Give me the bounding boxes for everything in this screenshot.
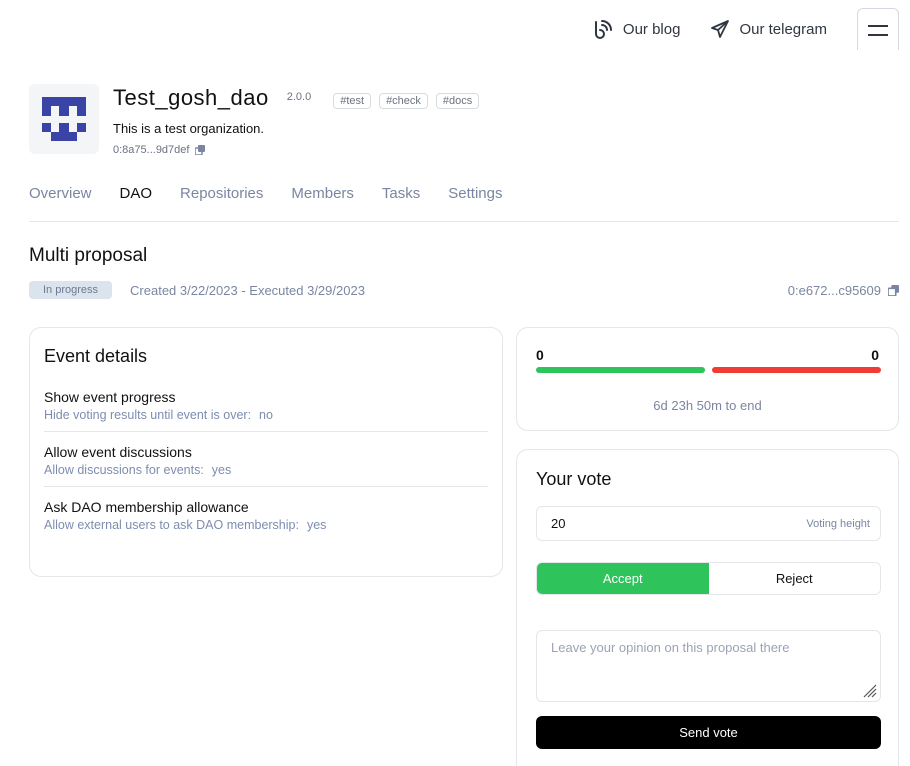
tab-settings[interactable]: Settings [448,185,502,221]
telegram-label: Our telegram [739,20,827,38]
hamburger-icon [868,24,888,36]
time-left: 6d 23h 50m to end [653,398,762,413]
tab-dao[interactable]: DAO [120,185,153,221]
dao-address-text: 0:8a75...9d7def [113,144,190,156]
event-detail-sub: Hide voting results until event is over:… [44,408,488,422]
reject-bar [712,367,881,373]
event-detail-item: Show event progress Hide voting results … [44,377,488,432]
dao-description: This is a test organization. [113,121,265,136]
vote-choice-toggle: Accept Reject [536,562,881,595]
your-vote-title: Your vote [536,469,612,489]
blog-link[interactable]: Our blog [592,18,681,40]
event-detail-label: Allow discussions for events: [44,463,204,477]
copy-icon[interactable] [195,145,206,155]
vote-counts: 0 0 [536,347,879,363]
dao-tabs: Overview DAO Repositories Members Tasks … [29,185,899,222]
dao-info: Test_gosh_dao 2.0.0 #test #check #docs T… [113,84,480,156]
accept-count: 0 [536,347,544,363]
event-detail-title: Ask DAO membership allowance [44,499,249,515]
voting-height-label: Voting height [806,517,870,530]
dao-title-row: Test_gosh_dao 2.0.0 #test #check #docs [113,84,480,111]
send-vote-button[interactable]: Send vote [536,716,881,749]
dao-version: 2.0.0 [286,91,312,103]
proposal-status-row: In progress Created 3/22/2023 - Executed… [29,281,899,299]
dao-header: Test_gosh_dao 2.0.0 #test #check #docs T… [29,84,480,156]
proposal-address: 0:e672...c95609 [788,283,899,298]
dao-name: Test_gosh_dao [113,85,269,110]
event-detail-title: Allow event discussions [44,444,192,460]
event-detail-label: Hide voting results until event is over: [44,408,252,422]
blog-icon [594,20,612,39]
tab-members[interactable]: Members [291,185,354,221]
telegram-link[interactable]: Our telegram [710,19,827,39]
reject-button[interactable]: Reject [708,563,880,594]
event-detail-sub: Allow discussions for events: yes [44,463,488,477]
dao-tag[interactable]: #docs [435,93,480,109]
resize-grip-icon[interactable] [861,682,877,698]
event-detail-title: Show event progress [44,389,176,405]
menu-button[interactable] [857,8,899,50]
proposal-dates: Created 3/22/2023 - Executed 3/29/2023 [130,282,365,298]
event-detail-sub: Allow external users to ask DAO membersh… [44,518,488,532]
accept-bar [536,367,705,373]
dao-address: 0:8a75...9d7def [113,144,479,156]
accept-button[interactable]: Accept [537,563,709,594]
voting-height-input[interactable]: 20 Voting height [536,506,881,541]
voting-height-value: 20 [551,516,566,531]
blog-label: Our blog [622,20,681,38]
status-badge: In progress [29,281,113,299]
reject-count: 0 [871,347,879,363]
dao-tag[interactable]: #check [379,93,428,109]
event-detail-value: no [259,408,273,422]
dao-avatar [29,84,99,154]
tab-tasks[interactable]: Tasks [382,185,420,221]
copy-icon[interactable] [888,284,899,296]
voting-results-card: 0 0 6d 23h 50m to end [516,327,899,431]
event-details-card: Event details Show event progress Hide v… [29,327,503,577]
event-details-list: Show event progress Hide voting results … [44,377,488,541]
top-nav: Our blog Our telegram [592,8,899,50]
event-details-title: Event details [44,346,148,366]
event-detail-item: Allow event discussions Allow discussion… [44,432,488,487]
event-detail-value: yes [211,463,232,477]
proposal-title: Multi proposal [29,245,148,266]
dao-logo-icon [42,97,86,141]
event-detail-label: Allow external users to ask DAO membersh… [44,518,299,532]
event-detail-value: yes [306,518,327,532]
tab-overview[interactable]: Overview [29,185,92,221]
comment-placeholder: Leave your opinion on this proposal ther… [551,640,790,655]
dao-tag[interactable]: #test [333,93,372,109]
event-detail-item: Ask DAO membership allowance Allow exter… [44,487,488,541]
proposal-address-text: 0:e672...c95609 [787,282,881,298]
your-vote-card: Your vote 20 Voting height Accept Reject… [516,449,899,766]
comment-textarea[interactable]: Leave your opinion on this proposal ther… [536,630,881,702]
tab-repositories[interactable]: Repositories [180,185,263,221]
telegram-icon [711,20,730,38]
